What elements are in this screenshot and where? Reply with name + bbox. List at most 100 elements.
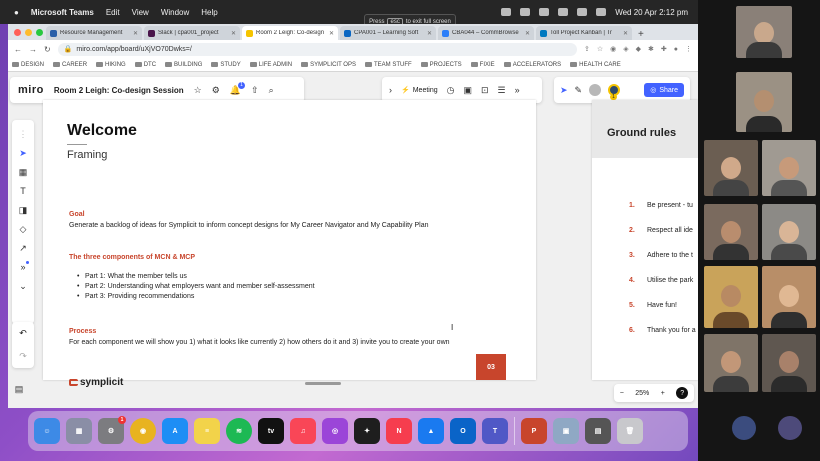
figma-icon[interactable]: ✦ [354, 418, 380, 444]
timer-icon[interactable]: ◷ [447, 85, 455, 96]
control-center-icon[interactable] [596, 8, 607, 16]
wifi-icon[interactable] [558, 8, 569, 16]
tab-resource-management[interactable]: Resource Management ✕ [46, 26, 142, 40]
battery-icon[interactable] [520, 8, 531, 16]
participant-video[interactable] [736, 6, 792, 58]
clock[interactable]: Wed 20 Apr 2:12 pm [615, 8, 688, 17]
pen-tool-icon[interactable]: » [20, 261, 29, 273]
bookmark-folder[interactable]: TEAM STUFF [364, 62, 412, 68]
participant-video[interactable] [762, 204, 816, 260]
tab-slack[interactable]: Slack | cpa001_project ✕ [144, 26, 240, 40]
zoom-out-button[interactable]: − [620, 390, 624, 397]
apple-icon[interactable]: ● [14, 8, 19, 17]
back-icon[interactable]: ← [14, 45, 22, 54]
settings-icon[interactable]: ⚙ [212, 85, 220, 96]
connection-line-tool-icon[interactable]: ↗ [19, 242, 27, 254]
close-icon[interactable]: ✕ [133, 30, 138, 37]
bookmark-folder[interactable]: DESIGN [12, 62, 44, 68]
more-icon[interactable]: ⋮ [685, 45, 692, 53]
bookmark-folder[interactable]: ACCELERATORS [503, 62, 561, 68]
bookmark-folder[interactable]: BUILDING [165, 62, 202, 68]
close-icon[interactable]: ✕ [525, 30, 530, 37]
settings-icon[interactable]: ⚙ 1 [98, 416, 126, 444]
tab-cpa001[interactable]: CPA001 – Learning Soft ✕ [340, 26, 436, 40]
search-icon[interactable]: ⌕ [269, 85, 274, 96]
news-icon[interactable]: N [386, 418, 412, 444]
zoom-level[interactable]: 25% [635, 390, 649, 397]
miro-logo[interactable]: miro [18, 84, 44, 96]
notes-icon[interactable]: ☰ [498, 85, 506, 96]
close-icon[interactable]: ✕ [329, 30, 334, 37]
music-icon[interactable]: ♫ [290, 418, 316, 444]
camera-icon[interactable] [501, 8, 512, 16]
participant-video[interactable] [704, 334, 758, 392]
close-icon[interactable]: ✕ [231, 30, 236, 37]
presentation-icon[interactable]: ⊡ [481, 85, 489, 96]
ground-rules-frame[interactable]: Ground rules 1. Be present - tu 2. Respect… [592, 100, 698, 380]
templates-tool-icon[interactable]: ▦ [19, 166, 28, 178]
participant-video[interactable] [762, 140, 816, 196]
url-field[interactable]: 🔒 miro.com/app/board/uXjVO70Dwks=/ [57, 42, 577, 56]
star-icon[interactable]: ☆ [597, 45, 603, 53]
tab-toll-kanban[interactable]: Toll Project Kanban | Tr ✕ [536, 26, 632, 40]
select-tool-icon[interactable]: ➤ [19, 147, 27, 159]
horizontal-scrollbar[interactable] [305, 382, 341, 385]
shapes-tool-icon[interactable]: ◇ [20, 223, 27, 235]
reactions-icon[interactable]: ✎ [575, 85, 583, 96]
participant-video[interactable] [762, 334, 816, 392]
chrome-icon[interactable]: ◉ [130, 418, 156, 444]
avatar[interactable]: 1 [608, 84, 621, 100]
bookmark-folder[interactable]: HIKING [96, 62, 126, 68]
minimize-window-button[interactable] [25, 29, 32, 36]
upload-icon[interactable]: ⇧ [251, 85, 259, 96]
redo-icon[interactable]: ↷ [19, 351, 27, 362]
profile-avatar[interactable]: ● [674, 46, 678, 53]
extension-icon[interactable]: ◆ [636, 45, 641, 53]
menu-window[interactable]: Window [161, 8, 189, 17]
meeting-button[interactable]: ⚡ Meeting [401, 86, 438, 95]
extension-icon[interactable]: ◈ [623, 45, 628, 53]
app-store-icon[interactable]: A [162, 418, 188, 444]
bookmark-folder[interactable]: STUDY [211, 62, 241, 68]
miro-board[interactable]: miro Room 2 Leigh: Co-design Session ☆ ⚙… [8, 72, 698, 408]
undo-icon[interactable]: ↶ [19, 328, 27, 339]
bookmark-folder[interactable]: HEALTH CARE [570, 62, 621, 68]
app-menu[interactable]: Microsoft Teams [31, 8, 94, 17]
text-tool-icon[interactable]: T [20, 185, 26, 197]
bluetooth-icon[interactable] [539, 8, 550, 16]
screens-icon[interactable]: ▤ [585, 418, 611, 444]
sticky-note-tool-icon[interactable]: ◨ [19, 204, 28, 216]
welcome-frame[interactable]: Welcome Framing Goal Generate a backlog … [43, 100, 536, 388]
participant-video[interactable] [736, 72, 792, 132]
apple-tv-icon[interactable]: tv [258, 418, 284, 444]
bookmark-folder[interactable]: FIXIE [470, 62, 495, 68]
outlook-icon[interactable]: O [450, 418, 476, 444]
menu-help[interactable]: Help [201, 8, 217, 17]
notes-icon[interactable]: ≡ [194, 418, 220, 444]
cursor-icon[interactable]: ➤ [560, 85, 568, 96]
close-icon[interactable]: ✕ [427, 30, 432, 37]
avatar[interactable] [589, 84, 602, 96]
bookmark-folder[interactable]: DTC [134, 62, 156, 68]
participant-video[interactable] [704, 204, 758, 260]
help-button[interactable]: ? [676, 387, 689, 399]
board-panel-icon[interactable]: ▤ [12, 384, 26, 398]
bookmark-folder[interactable]: SYMPLICIT OPS [301, 62, 356, 68]
extension-icon[interactable]: ✱ [648, 45, 654, 53]
bookmark-folder[interactable]: LIFE ADMIN [249, 62, 292, 68]
teams-icon[interactable]: T [482, 418, 508, 444]
chevron-right-icon[interactable]: › [389, 85, 392, 95]
bookmark-folder[interactable]: PROJECTS [420, 62, 462, 68]
search-icon[interactable] [577, 8, 588, 16]
new-tab-button[interactable]: + [634, 29, 648, 40]
tab-miro-room2[interactable]: Room 2 Leigh: Co-design ✕ [242, 26, 338, 40]
close-icon[interactable]: ✕ [623, 30, 628, 37]
video-icon[interactable]: ▣ [463, 85, 472, 96]
reload-icon[interactable]: ↻ [44, 45, 51, 54]
keynote-icon[interactable]: ▲ [418, 418, 444, 444]
participant-video[interactable] [704, 140, 758, 196]
tab-cba044[interactable]: CBA044 – CommBrowse ✕ [438, 26, 534, 40]
star-icon[interactable]: ☆ [194, 85, 202, 96]
menu-edit[interactable]: Edit [106, 8, 120, 17]
trash-icon[interactable]: 🗑 [617, 418, 643, 444]
